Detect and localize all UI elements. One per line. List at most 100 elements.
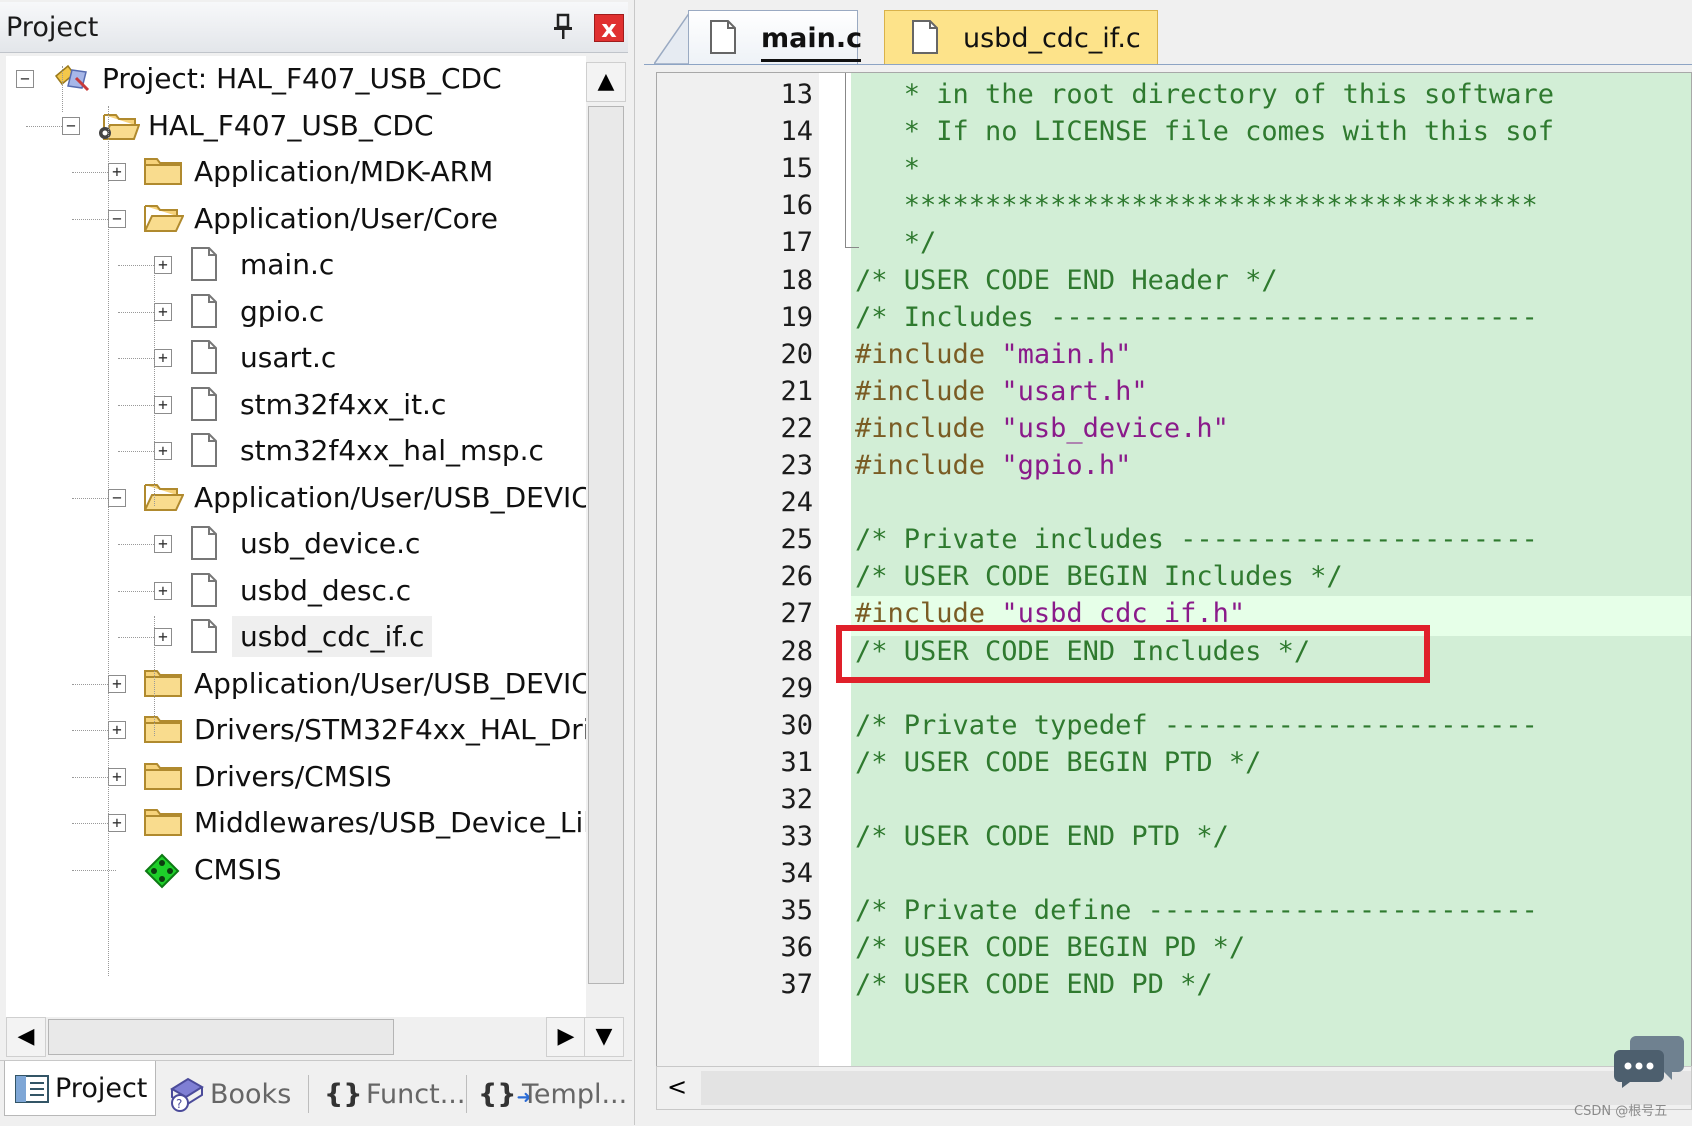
scroll-up-arrow-icon[interactable]: ▲ [586, 62, 626, 102]
code-line[interactable]: #include "main.h" [855, 339, 1131, 370]
expand-plus-icon[interactable]: + [108, 163, 126, 181]
scroll-left-arrow-icon[interactable]: < [657, 1067, 697, 1109]
code-editor[interactable]: 13 14 15 16 17 18 19 20 21 22 23 24 25 26 27 28 29 30 31 32… [656, 72, 1692, 1068]
tree-item-grp-drivers[interactable]: + Drivers/STM32F4xx_HAL_Dri [6, 707, 586, 757]
tree-item-file-usart[interactable]: + usart.c [6, 335, 586, 385]
tab-project[interactable]: Project [4, 1061, 156, 1116]
code-line[interactable]: */ [855, 227, 937, 258]
code-line[interactable]: /* USER CODE END PTD */ [855, 821, 1229, 852]
pin-icon[interactable] [548, 11, 578, 41]
line-number-gutter: 13 14 15 16 17 18 19 20 21 22 23 24 25 26 27 28 29 30 31 32… [657, 73, 819, 1067]
expand-plus-icon[interactable]: + [154, 395, 172, 414]
code-line[interactable]: /* USER CODE BEGIN PD */ [855, 932, 1245, 963]
code-line[interactable]: /* Includes ----------------------------… [855, 302, 1538, 333]
scroll-thumb[interactable] [48, 1019, 394, 1055]
fold-margin[interactable] [819, 73, 851, 1067]
tab-templates[interactable]: {}➜ Templ... [478, 1067, 628, 1117]
expand-plus-icon[interactable]: + [108, 721, 126, 739]
code-line[interactable]: /* USER CODE END Header */ [855, 265, 1278, 296]
tree-item-label: Application/MDK-ARM [194, 155, 494, 188]
tab-functions[interactable]: {} Funct... [324, 1067, 466, 1117]
project-tree[interactable]: − Project: HAL_F407_USB_CDC − HAL_F407_USB_… [6, 56, 586, 1017]
tree-item-label: usbd_desc.c [240, 573, 412, 607]
line-number: 27 [780, 598, 813, 630]
code-preprocessor: #include [855, 412, 1002, 444]
code-line[interactable]: /* Private includes --------------------… [855, 524, 1538, 555]
tree-item-grp-mdk[interactable]: + Application/MDK-ARM [6, 149, 586, 199]
code-line[interactable]: * in the root directory of this software [855, 79, 1554, 110]
tree-item-grp-cmsis[interactable]: + Drivers/CMSIS [6, 754, 586, 804]
code-comment: /* USER CODE BEGIN Includes */ [855, 561, 1343, 593]
code-line[interactable]: *************************************** [855, 190, 1538, 221]
tree-connector-line [154, 616, 155, 736]
tree-item-grp-mw[interactable]: + Middlewares/USB_Device_Lil [6, 800, 586, 850]
tree-item-label: Application/User/USB_DEVIC [194, 480, 586, 514]
tree-item-grp-usbdev1[interactable]: − Application/User/USB_DEVIC [6, 475, 586, 525]
tree-item-grp-core[interactable]: − Application/User/Core [6, 196, 586, 246]
collapse-minus-icon[interactable]: − [16, 70, 34, 88]
expand-plus-icon[interactable]: + [154, 581, 172, 600]
tree-item-file-cdcif[interactable]: + usbd_cdc_if.c [6, 614, 586, 664]
tree-vertical-scrollbar[interactable]: ▲ [586, 62, 626, 984]
collapse-minus-icon[interactable]: − [108, 209, 126, 228]
scroll-right-arrow-icon[interactable]: ▶ [546, 1017, 586, 1057]
tree-item-file-it[interactable]: + stm32f4xx_it.c [6, 382, 586, 432]
file-icon [190, 525, 218, 565]
tree-item-label: gpio.c [240, 294, 325, 328]
line-number: 34 [780, 858, 813, 890]
tree-item-file-desc[interactable]: + usbd_desc.c [6, 568, 586, 618]
scroll-down-arrow-icon[interactable]: ▼ [584, 1017, 624, 1057]
code-string: "usart.h" [1001, 375, 1148, 407]
collapse-minus-icon[interactable]: − [62, 116, 80, 135]
collapse-minus-icon[interactable]: − [108, 488, 126, 507]
tree-item-file-msp[interactable]: + stm32f4xx_hal_msp.c [6, 428, 586, 478]
code-line[interactable]: #include "usart.h" [855, 376, 1148, 407]
tab-books[interactable]: ? Books [166, 1067, 296, 1117]
tree-item-cmsis[interactable]: CMSIS [6, 847, 586, 897]
tree-item-label: Drivers/STM32F4xx_HAL_Dri [194, 713, 586, 746]
tree-item-target[interactable]: − HAL_F407_USB_CDC [6, 103, 586, 153]
code-line[interactable]: * [855, 153, 920, 184]
expand-plus-icon[interactable]: + [108, 767, 126, 786]
tree-item-file-main[interactable]: + main.c [6, 242, 586, 292]
code-line[interactable]: #include "usb_device.h" [855, 413, 1229, 444]
scroll-left-arrow-icon[interactable]: ◀ [6, 1017, 46, 1057]
expand-plus-icon[interactable]: + [154, 442, 172, 460]
scroll-track[interactable] [701, 1071, 1691, 1105]
tree-item-label: Project: HAL_F407_USB_CDC [102, 62, 502, 95]
tab-separator [308, 1075, 309, 1113]
tree-item-file-usbdev[interactable]: + usb_device.c [6, 521, 586, 571]
tree-item-label: HAL_F407_USB_CDC [148, 108, 434, 142]
expand-plus-icon[interactable]: + [108, 674, 126, 693]
tree-item-project-root[interactable]: − Project: HAL_F407_USB_CDC [6, 56, 586, 106]
line-number: 18 [780, 264, 813, 296]
code-string: "main.h" [1001, 338, 1132, 370]
expand-plus-icon[interactable]: + [154, 349, 172, 367]
tree-item-file-gpio[interactable]: + gpio.c [6, 289, 586, 339]
expand-plus-icon[interactable]: + [154, 535, 172, 553]
code-line[interactable]: /* USER CODE BEGIN Includes */ [855, 561, 1343, 592]
tab-separator [466, 1075, 467, 1113]
tab-main-c[interactable]: main.c [688, 10, 862, 64]
scroll-thumb[interactable] [588, 106, 624, 984]
code-line[interactable]: /* Private typedef ---------------------… [855, 710, 1538, 741]
code-comment: /* USER CODE BEGIN PTD */ [855, 746, 1262, 778]
folder-icon [144, 713, 182, 747]
expand-plus-icon[interactable]: + [154, 628, 172, 646]
editor-horizontal-scrollbar[interactable]: < [656, 1066, 1692, 1110]
close-pane-button[interactable]: x [594, 14, 624, 43]
code-line[interactable]: #include "gpio.h" [855, 450, 1131, 481]
expand-plus-icon[interactable]: + [154, 302, 172, 321]
expand-plus-icon[interactable]: + [154, 256, 172, 274]
tab-usbd-cdc-if-c[interactable]: usbd_cdc_if.c [884, 10, 1158, 64]
expand-plus-icon[interactable]: + [108, 814, 126, 832]
folder-icon [144, 806, 182, 840]
line-number: 17 [780, 227, 813, 259]
code-line[interactable]: /* USER CODE BEGIN PTD */ [855, 747, 1261, 778]
code-line[interactable]: * If no LICENSE file comes with this sof [855, 116, 1554, 147]
code-line[interactable]: /* Private define ----------------------… [855, 895, 1538, 926]
code-line[interactable]: /* USER CODE END PD */ [855, 969, 1213, 1000]
tree-horizontal-scrollbar[interactable]: ◀ ▶ [6, 1017, 626, 1057]
tab-functions-label: Funct... [366, 1079, 466, 1110]
tree-item-grp-usbdev2[interactable]: + Application/User/USB_DEVIC [6, 661, 586, 711]
